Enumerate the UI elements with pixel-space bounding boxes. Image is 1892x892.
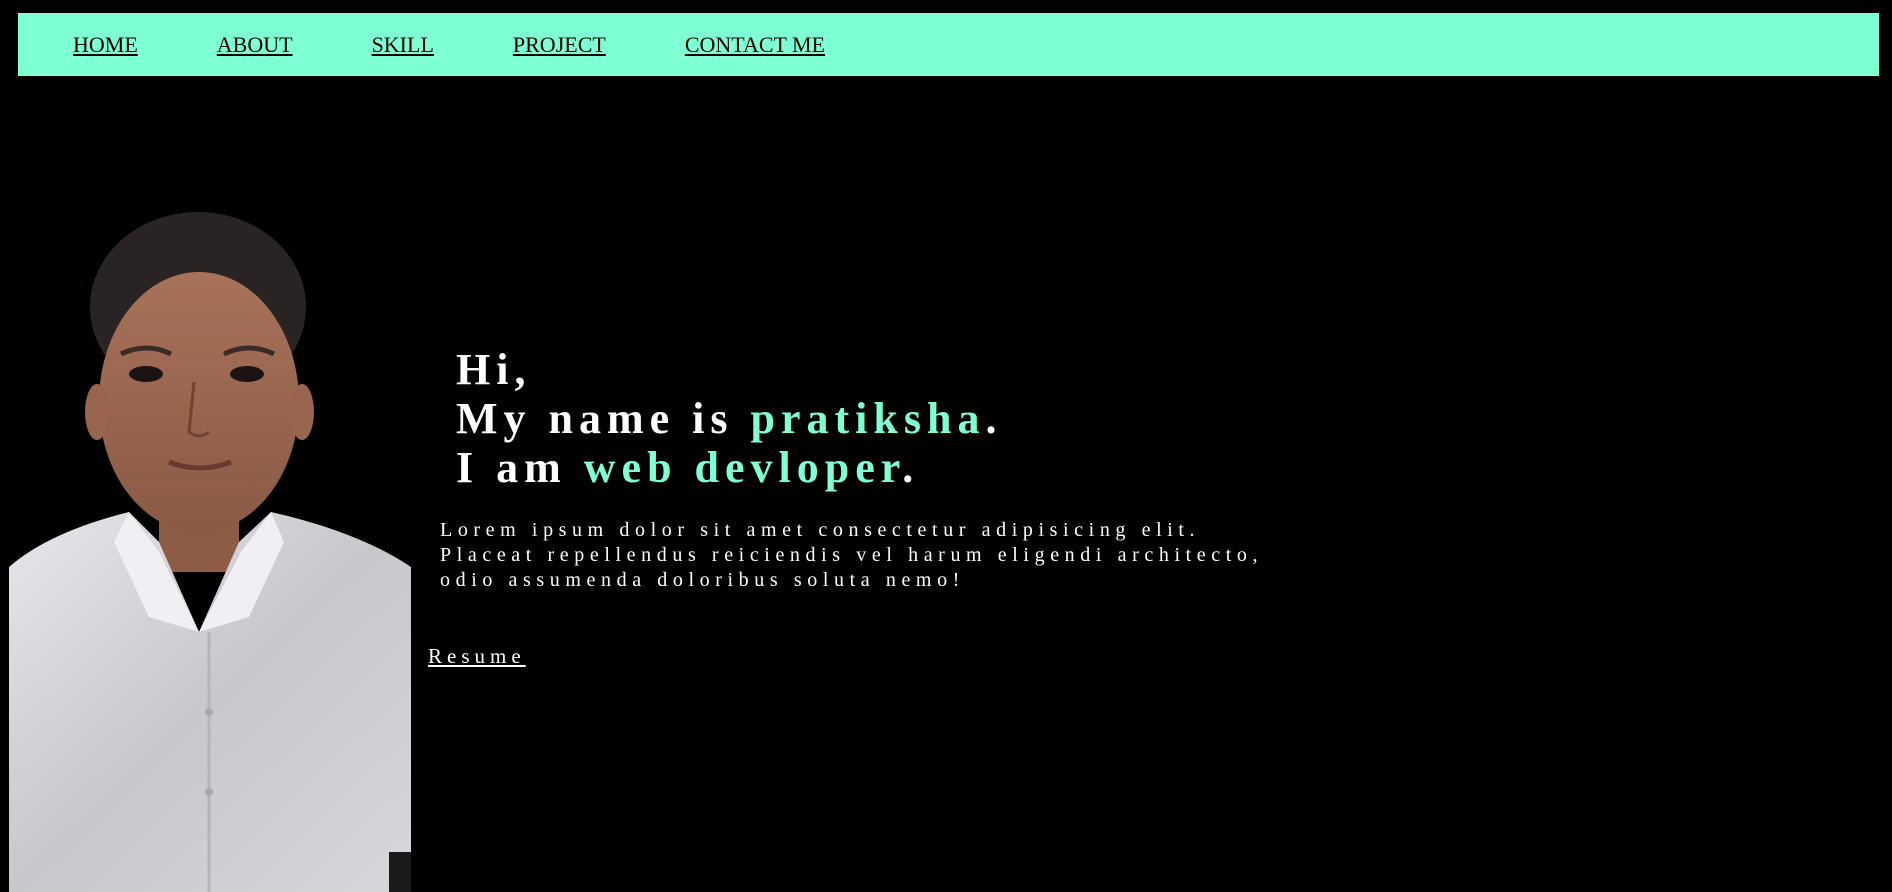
name-suffix: . <box>985 394 1003 443</box>
nav-home-link[interactable]: HOME <box>73 33 138 56</box>
intro-line-1: Lorem ipsum dolor sit amet consectetur a… <box>440 519 1201 541</box>
nav-skill-link[interactable]: SKILL <box>372 33 434 56</box>
name-highlight: pratiksha <box>750 394 986 443</box>
role-prefix: I am <box>456 443 584 492</box>
nav-list: HOME ABOUT SKILL PROJECT CONTACT ME <box>18 13 1879 76</box>
page: HOME ABOUT SKILL PROJECT CONTACT ME Hi, … <box>0 0 1892 892</box>
profile-photo <box>9 212 411 892</box>
hero-heading: Hi, My name is pratiksha. I am web devlo… <box>456 345 1002 492</box>
nav-project-link[interactable]: PROJECT <box>513 33 606 56</box>
greeting-line: Hi, <box>456 345 1002 394</box>
resume-link[interactable]: Resume <box>405 644 526 669</box>
name-prefix: My name is <box>456 394 751 443</box>
name-line: My name is pratiksha. <box>456 394 1002 443</box>
nav-contact-link[interactable]: CONTACT ME <box>685 33 825 56</box>
greeting-text: Hi, <box>456 345 532 394</box>
intro-paragraph: Lorem ipsum dolor sit amet consectetur a… <box>440 518 1263 593</box>
intro-line-3: odio assumenda doloribus soluta nemo! <box>440 569 965 591</box>
role-suffix: . <box>902 443 920 492</box>
role-highlight: web devloper <box>583 443 903 492</box>
role-line: I am web devloper. <box>456 443 1002 492</box>
nav-about-link[interactable]: ABOUT <box>217 33 293 56</box>
intro-line-2: Placeat repellendus reiciendis vel harum… <box>440 544 1264 566</box>
top-navbar: HOME ABOUT SKILL PROJECT CONTACT ME <box>18 13 1879 76</box>
